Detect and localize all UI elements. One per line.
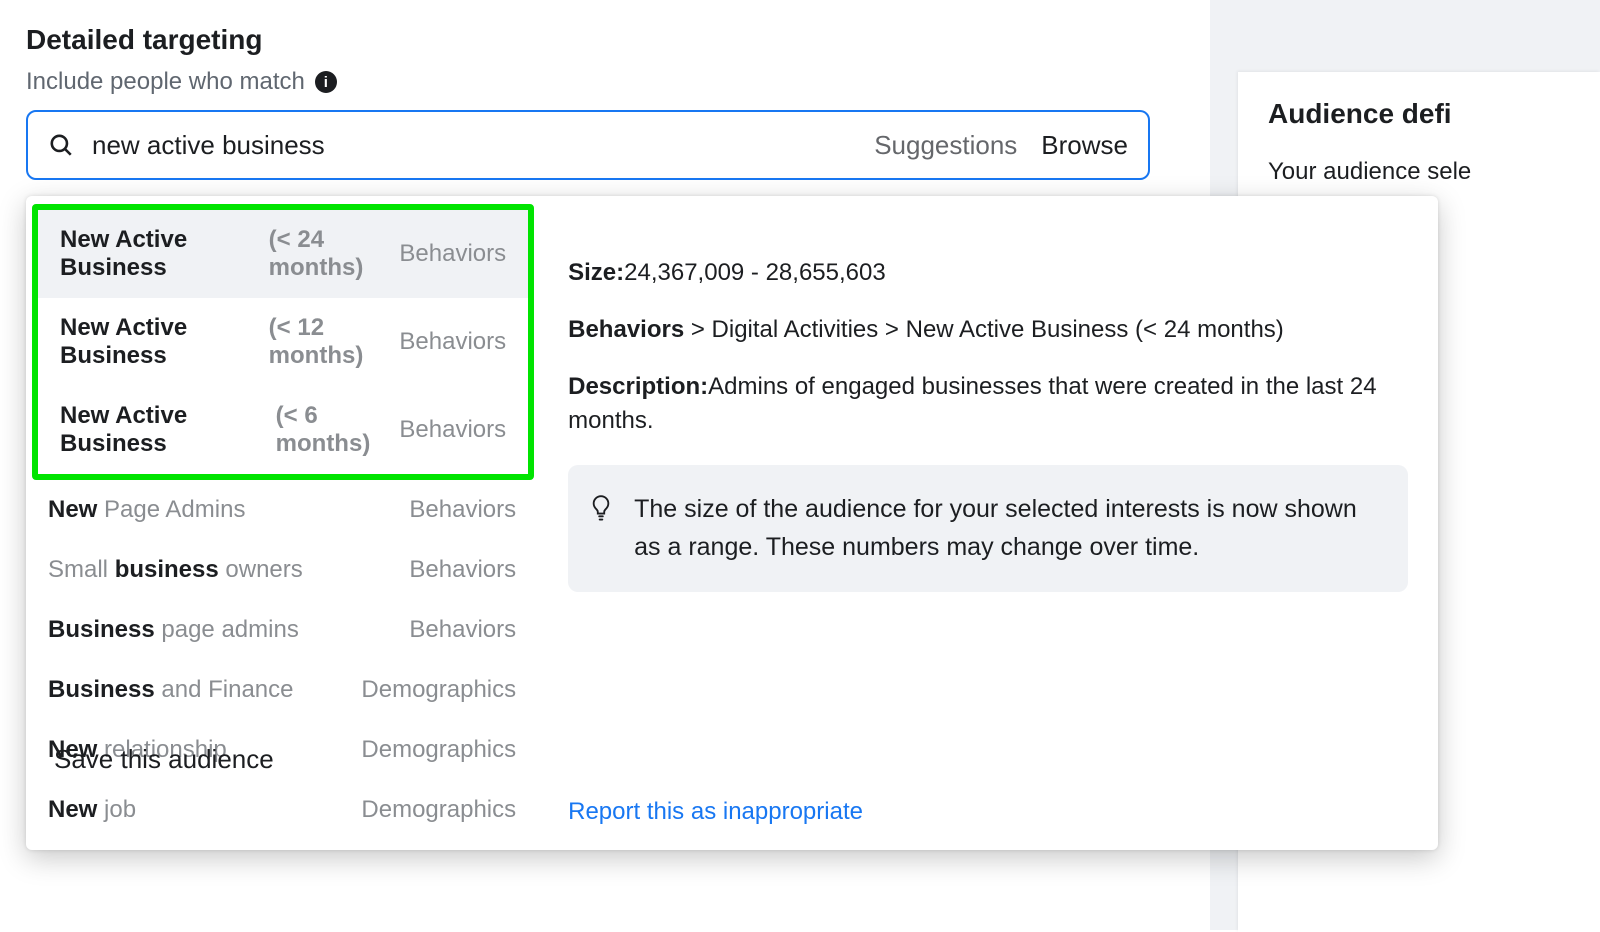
targeting-option[interactable]: New jobDemographics	[26, 780, 538, 840]
suggestions-link[interactable]: Suggestions	[874, 130, 1017, 161]
targeting-option[interactable]: New Active Business(< 12 months)Behavior…	[38, 298, 528, 386]
detail-size-row: Size:24,367,009 - 28,655,603	[568, 256, 1408, 291]
targeting-option[interactable]: New Active Business(< 24 months)Behavior…	[38, 210, 528, 298]
detail-size-label: Size:	[568, 259, 624, 286]
detail-size-value: 24,367,009 - 28,655,603	[624, 259, 886, 286]
save-audience-button[interactable]: Save this audience	[54, 744, 274, 775]
targeting-search-input[interactable]	[92, 112, 874, 178]
lightbulb-icon	[590, 495, 612, 534]
targeting-option[interactable]: New Page AdminsBehaviors	[26, 480, 538, 540]
search-icon	[48, 132, 74, 158]
detail-path-row: Behaviors > Digital Activities > New Act…	[568, 313, 1408, 348]
targeting-search-wrap: Suggestions Browse	[26, 110, 1150, 180]
option-detail-panel: Size:24,367,009 - 28,655,603 Behaviors >…	[538, 196, 1438, 850]
audience-definition-title: Audience defi	[1268, 98, 1600, 130]
audience-size-note: The size of the audience for your select…	[568, 465, 1408, 592]
include-match-label: Include people who match	[26, 68, 305, 96]
detail-path-label: Behaviors	[568, 316, 684, 343]
targeting-option[interactable]: Small business ownersBehaviors	[26, 540, 538, 600]
detail-description-row: Description:Admins of engaged businesses…	[568, 370, 1408, 440]
detail-description-label: Description:	[568, 373, 708, 400]
audience-size-note-text: The size of the audience for your select…	[634, 491, 1378, 566]
targeting-option[interactable]: New Active Business(< 6 months)Behaviors	[38, 386, 528, 474]
targeting-option[interactable]: Business page adminsBehaviors	[26, 600, 538, 660]
report-inappropriate-link[interactable]: Report this as inappropriate	[568, 725, 1408, 830]
audience-definition-sub: Your audience sele	[1268, 158, 1600, 186]
browse-link[interactable]: Browse	[1041, 130, 1128, 161]
targeting-option[interactable]: Business and FinanceDemographics	[26, 660, 538, 720]
info-icon[interactable]: i	[315, 71, 337, 93]
detail-path-value: > Digital Activities > New Active Busine…	[684, 316, 1284, 343]
highlighted-options-group: New Active Business(< 24 months)Behavior…	[32, 204, 534, 480]
